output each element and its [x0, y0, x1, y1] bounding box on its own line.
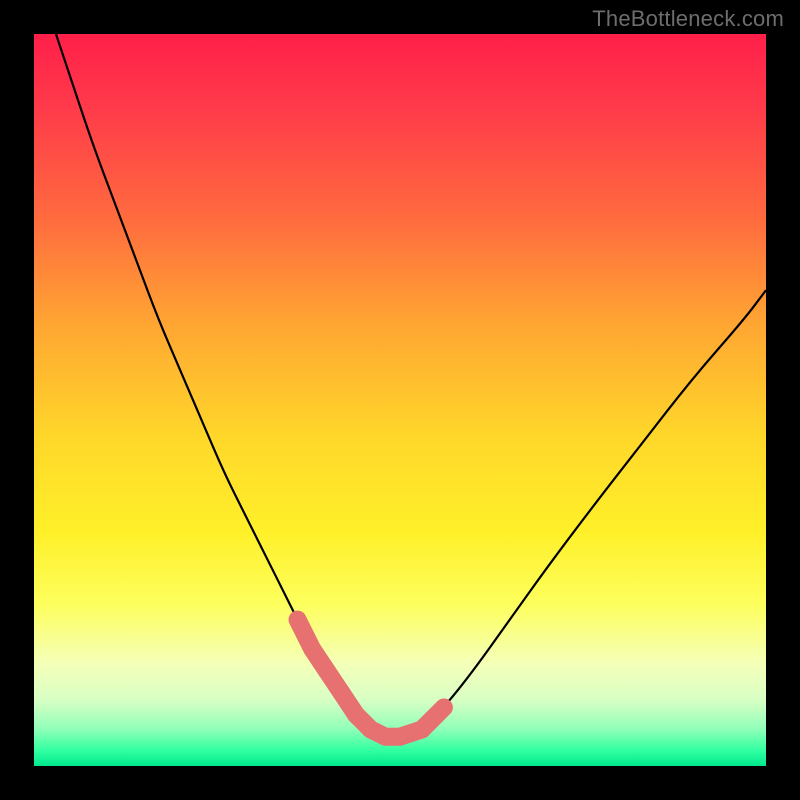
marker-pill: [422, 707, 444, 729]
bottleneck-curve: [56, 34, 766, 737]
plot-area: [34, 34, 766, 766]
chart-frame: TheBottleneck.com: [0, 0, 800, 800]
watermark-text: TheBottleneck.com: [592, 6, 784, 32]
chart-svg: [34, 34, 766, 766]
